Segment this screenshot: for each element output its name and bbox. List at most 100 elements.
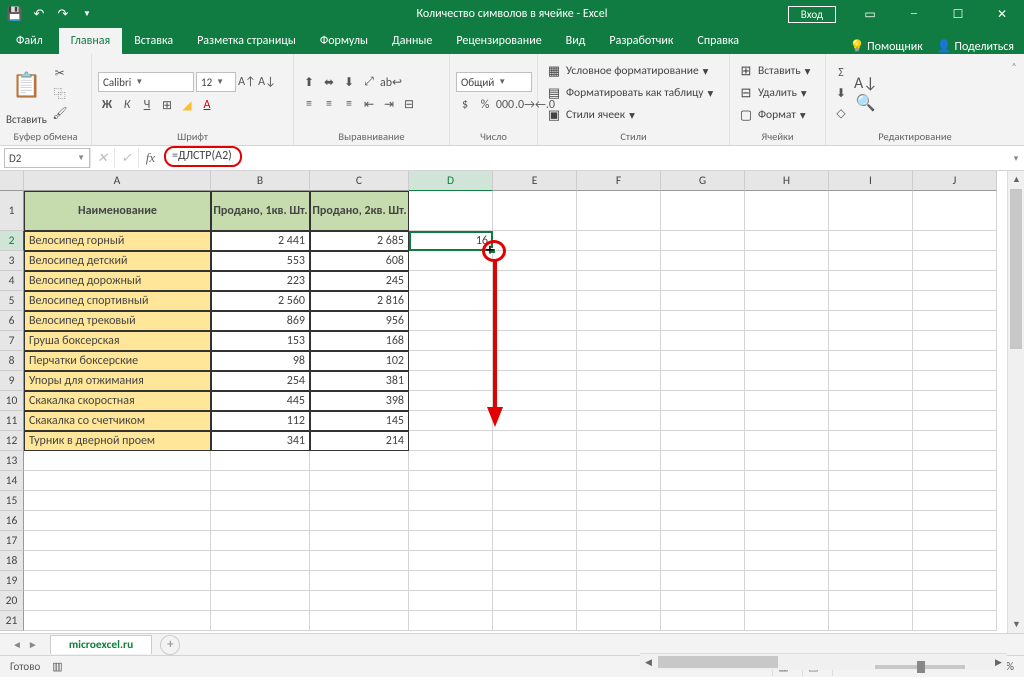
cell[interactable] bbox=[577, 471, 661, 491]
save-icon[interactable]: 💾 bbox=[4, 3, 26, 25]
cell[interactable] bbox=[409, 531, 493, 551]
column-header-A[interactable]: A bbox=[24, 171, 211, 191]
cell-q1[interactable]: 2 560 bbox=[211, 291, 310, 311]
cell-d[interactable] bbox=[409, 291, 493, 311]
cell[interactable] bbox=[913, 311, 997, 331]
tab-review[interactable]: Рецензирование bbox=[444, 28, 553, 54]
cell[interactable] bbox=[829, 291, 913, 311]
ribbon-options-icon[interactable]: ▭ bbox=[848, 0, 892, 28]
cell[interactable] bbox=[211, 471, 310, 491]
cell[interactable] bbox=[493, 311, 577, 331]
cell[interactable] bbox=[310, 531, 409, 551]
tab-file[interactable]: Файл bbox=[0, 28, 59, 54]
enter-formula-icon[interactable]: ✓ bbox=[114, 148, 138, 168]
column-header-B[interactable]: B bbox=[211, 171, 310, 191]
cell[interactable] bbox=[913, 371, 997, 391]
row-header-9[interactable]: 9 bbox=[0, 371, 24, 391]
cell[interactable] bbox=[493, 271, 577, 291]
clear-icon[interactable]: ◇ bbox=[832, 104, 850, 122]
cell-d[interactable] bbox=[409, 311, 493, 331]
row-header-11[interactable]: 11 bbox=[0, 411, 24, 431]
cell[interactable] bbox=[913, 511, 997, 531]
row-header-2[interactable]: 2 bbox=[0, 231, 24, 251]
row-header-21[interactable]: 21 bbox=[0, 611, 24, 631]
cell-name[interactable]: Велосипед дорожный bbox=[24, 271, 211, 291]
tab-view[interactable]: Вид bbox=[554, 28, 598, 54]
cell[interactable] bbox=[577, 511, 661, 531]
zoom-slider[interactable] bbox=[875, 665, 965, 669]
scroll-up-icon[interactable]: ▲ bbox=[1008, 171, 1024, 188]
cell-q1[interactable]: 2 441 bbox=[211, 231, 310, 251]
cell[interactable] bbox=[745, 451, 829, 471]
minimize-icon[interactable]: ─ bbox=[892, 0, 936, 28]
cell[interactable] bbox=[577, 591, 661, 611]
cell[interactable] bbox=[913, 431, 997, 451]
cell-q2[interactable]: 398 bbox=[310, 391, 409, 411]
conditional-formatting-button[interactable]: ▦Условное форматирование ▾ bbox=[544, 61, 723, 81]
cell[interactable] bbox=[661, 431, 745, 451]
row-header-3[interactable]: 3 bbox=[0, 251, 24, 271]
insert-cells-button[interactable]: ⊞Вставить ▾ bbox=[736, 61, 819, 81]
cell-name[interactable]: Велосипед трековый bbox=[24, 311, 211, 331]
align-right-icon[interactable]: ≡ bbox=[340, 95, 358, 113]
font-size-combo[interactable]: 12▼ bbox=[196, 72, 236, 92]
cell[interactable] bbox=[913, 251, 997, 271]
decrease-indent-icon[interactable]: ⇤ bbox=[360, 95, 378, 113]
cell[interactable] bbox=[661, 251, 745, 271]
cell-name[interactable]: Велосипед детский bbox=[24, 251, 211, 271]
column-header-I[interactable]: I bbox=[829, 171, 913, 191]
cell[interactable] bbox=[661, 271, 745, 291]
cell[interactable] bbox=[913, 471, 997, 491]
cell[interactable] bbox=[493, 411, 577, 431]
cell[interactable] bbox=[661, 571, 745, 591]
cell[interactable] bbox=[493, 531, 577, 551]
tell-me[interactable]: 💡 Помощник bbox=[850, 39, 923, 54]
cell[interactable] bbox=[493, 431, 577, 451]
row-header-18[interactable]: 18 bbox=[0, 551, 24, 571]
cell[interactable] bbox=[913, 331, 997, 351]
cell[interactable] bbox=[310, 591, 409, 611]
cell-d[interactable] bbox=[409, 351, 493, 371]
cell[interactable] bbox=[409, 491, 493, 511]
row-header-15[interactable]: 15 bbox=[0, 491, 24, 511]
cell[interactable] bbox=[829, 371, 913, 391]
sheet-tab[interactable]: microexcel.ru bbox=[50, 635, 153, 654]
column-header-D[interactable]: D bbox=[409, 171, 493, 191]
cell[interactable] bbox=[493, 371, 577, 391]
cell[interactable] bbox=[913, 551, 997, 571]
scroll-right-icon[interactable]: ▶ bbox=[990, 654, 1007, 671]
cell[interactable] bbox=[211, 611, 310, 631]
collapse-ribbon-icon[interactable]: ˄ bbox=[1011, 60, 1016, 73]
cell[interactable] bbox=[661, 391, 745, 411]
cell[interactable] bbox=[745, 291, 829, 311]
cell-d[interactable] bbox=[409, 431, 493, 451]
cell[interactable] bbox=[829, 591, 913, 611]
cell[interactable] bbox=[745, 511, 829, 531]
cell-q2[interactable]: 2 816 bbox=[310, 291, 409, 311]
cell-q2[interactable]: 956 bbox=[310, 311, 409, 331]
cell[interactable] bbox=[409, 551, 493, 571]
cell-name[interactable]: Скакалка со счетчиком bbox=[24, 411, 211, 431]
cell-q2[interactable]: 102 bbox=[310, 351, 409, 371]
cell[interactable] bbox=[493, 391, 577, 411]
tab-data[interactable]: Данные bbox=[380, 28, 444, 54]
row-header-4[interactable]: 4 bbox=[0, 271, 24, 291]
cell-q2[interactable]: 168 bbox=[310, 331, 409, 351]
row-header-16[interactable]: 16 bbox=[0, 511, 24, 531]
row-header-12[interactable]: 12 bbox=[0, 431, 24, 451]
tab-insert[interactable]: Вставка bbox=[122, 28, 185, 54]
align-middle-icon[interactable]: ⬌ bbox=[320, 73, 338, 91]
bold-button[interactable]: Ж bbox=[98, 96, 116, 114]
cell[interactable] bbox=[913, 531, 997, 551]
cell[interactable] bbox=[577, 311, 661, 331]
fx-icon[interactable]: fx bbox=[138, 148, 162, 168]
cell[interactable] bbox=[211, 571, 310, 591]
row-header-17[interactable]: 17 bbox=[0, 531, 24, 551]
column-header-G[interactable]: G bbox=[661, 171, 745, 191]
cell[interactable] bbox=[577, 451, 661, 471]
cell-d[interactable] bbox=[409, 391, 493, 411]
cell-name[interactable]: Перчатки боксерские bbox=[24, 351, 211, 371]
tab-page-layout[interactable]: Разметка страницы bbox=[185, 28, 308, 54]
tab-help[interactable]: Справка bbox=[685, 28, 751, 54]
tab-formulas[interactable]: Формулы bbox=[308, 28, 380, 54]
